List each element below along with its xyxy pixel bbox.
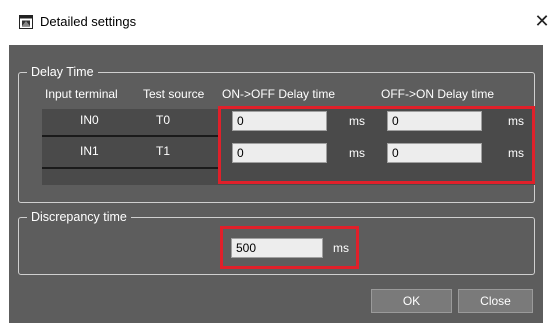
delay-time-highlight [218, 106, 535, 184]
close-button[interactable]: Close [458, 289, 533, 313]
ok-button[interactable]: OK [371, 289, 452, 313]
title-bar: Detailed settings ✕ [0, 0, 552, 45]
header-on-off-delay: ON->OFF Delay time [222, 87, 336, 101]
detailed-settings-dialog: Detailed settings ✕ Delay Time Input ter… [0, 0, 552, 331]
header-input-terminal: Input terminal [45, 87, 118, 101]
close-icon[interactable]: ✕ [532, 10, 552, 32]
row-divider [42, 167, 219, 169]
row-in1-terminal: IN1 [80, 144, 99, 158]
discrepancy-time-highlight [220, 226, 359, 269]
app-window-icon [19, 15, 33, 29]
row-in1-source: T1 [156, 144, 171, 158]
header-off-on-delay: OFF->ON Delay time [381, 87, 495, 101]
dialog-body: Delay Time Input terminal Test source ON… [9, 45, 543, 323]
header-test-source: Test source [143, 87, 205, 101]
discrepancy-time-group-label: Discrepancy time [27, 209, 131, 225]
row-in0-terminal: IN0 [80, 113, 99, 127]
delay-time-group-label: Delay Time [27, 64, 98, 80]
window-title: Detailed settings [40, 14, 137, 29]
row-divider [42, 135, 219, 137]
row-in0-source: T0 [156, 113, 171, 127]
delay-time-group: Delay Time Input terminal Test source ON… [18, 64, 535, 203]
discrepancy-time-group: Discrepancy time ms [18, 209, 535, 275]
